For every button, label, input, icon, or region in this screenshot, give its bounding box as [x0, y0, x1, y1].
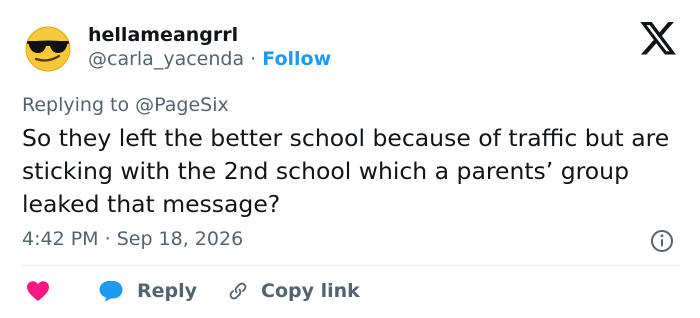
info-icon[interactable]: [650, 229, 674, 253]
display-name[interactable]: hellameangrrl: [88, 24, 238, 46]
reply-label: Reply: [137, 280, 198, 302]
divider: [22, 265, 680, 266]
sunglasses-emoji-icon: [25, 26, 71, 72]
tweet-date: Sep 18, 2026: [116, 228, 244, 250]
avatar[interactable]: [22, 22, 74, 74]
speech-bubble-icon: [99, 281, 123, 302]
like-button[interactable]: [26, 280, 50, 302]
reply-mention-link[interactable]: @PageSix: [135, 94, 229, 116]
timestamp-separator: ·: [104, 228, 111, 250]
link-icon: [229, 282, 247, 300]
user-handle[interactable]: @carla_yacenda: [88, 48, 244, 70]
heart-icon: [27, 281, 49, 301]
tweet-timestamp[interactable]: 4:42 PM · Sep 18, 2026: [22, 228, 243, 250]
tweet-time: 4:42 PM: [22, 228, 99, 250]
tweet-text: So they left the better school because o…: [22, 124, 670, 218]
copy-link-button[interactable]: Copy link: [227, 280, 360, 302]
x-logo-icon[interactable]: [640, 22, 676, 55]
handle-row: @carla_yacenda · Follow: [88, 48, 331, 70]
follow-button[interactable]: Follow: [262, 48, 331, 70]
reply-context: Replying to @PageSix: [22, 94, 229, 116]
action-bar: Reply Copy link: [22, 277, 360, 305]
reply-context-prefix: Replying to: [22, 94, 130, 116]
handle-separator: ·: [250, 48, 257, 70]
copy-link-label: Copy link: [261, 280, 360, 302]
reply-button[interactable]: Reply: [98, 280, 197, 302]
